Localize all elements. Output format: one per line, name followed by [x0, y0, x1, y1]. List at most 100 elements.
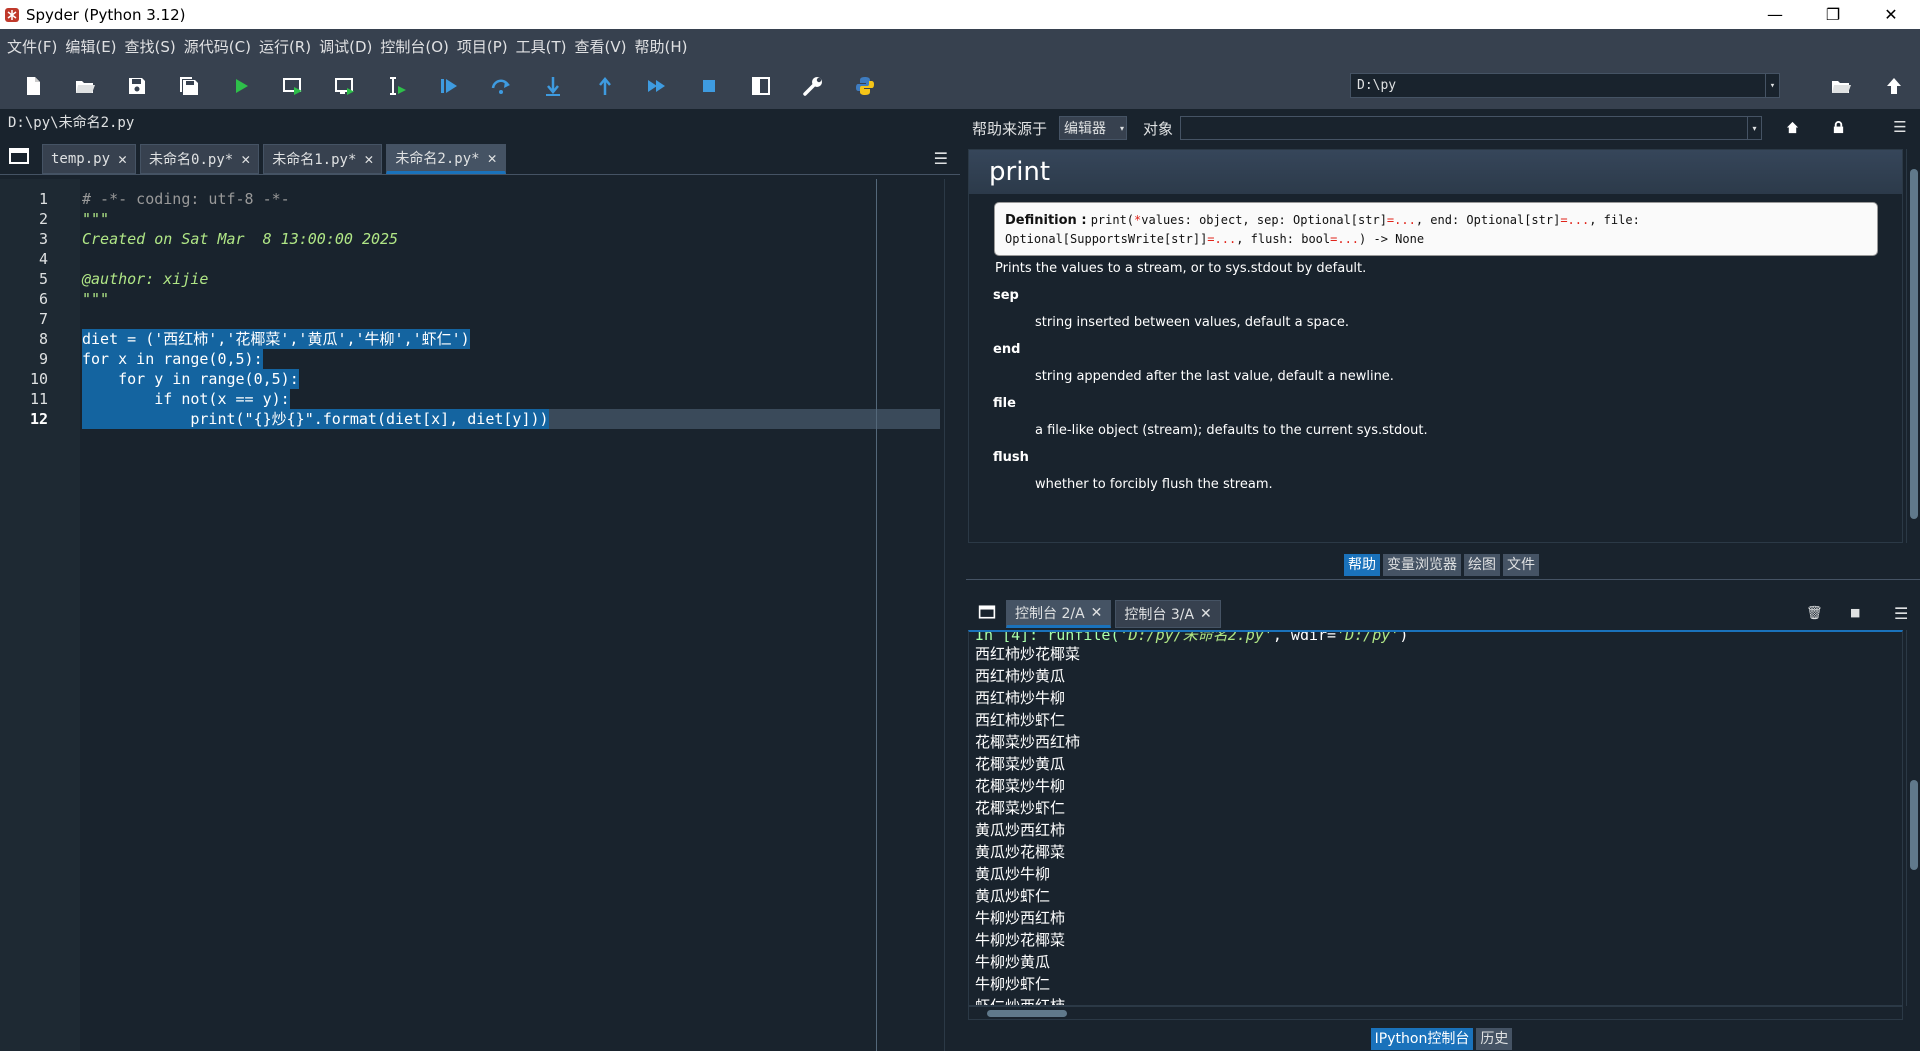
new-file-button[interactable] — [14, 67, 52, 105]
console-tab-bar: 控制台 2/A ✕ 控制台 3/A ✕ 🗑 ■ ☰ — [966, 598, 1920, 628]
console-output-line: 黄瓜炒牛柳 — [975, 865, 1051, 883]
scrollbar-thumb[interactable] — [987, 1010, 1067, 1017]
menu-help[interactable]: 帮助(H) — [630, 36, 691, 57]
close-icon[interactable]: ✕ — [118, 150, 127, 168]
code-editor[interactable]: 1 2 3 4 5 6 7 8 9 10 11 12 # -*- coding:… — [0, 179, 960, 1051]
run-cell-advance-button[interactable] — [326, 67, 364, 105]
browse-tabs-icon[interactable] — [978, 604, 996, 620]
console-output-line: 牛柳炒黄瓜 — [975, 953, 1051, 971]
menu-debug[interactable]: 调试(D) — [315, 36, 376, 57]
preferences-button[interactable] — [794, 67, 832, 105]
debug-file-button[interactable] — [430, 67, 468, 105]
tab-temp-py[interactable]: temp.py ✕ — [42, 144, 137, 174]
step-over-button[interactable] — [482, 67, 520, 105]
menu-edit[interactable]: 编辑(E) — [61, 36, 120, 57]
close-icon[interactable]: ✕ — [1200, 606, 1212, 622]
step-into-button[interactable] — [534, 67, 572, 105]
help-lock-button[interactable] — [1828, 117, 1848, 137]
tab-help[interactable]: 帮助 — [1344, 554, 1380, 576]
tab-label: 未命名1.py* — [272, 152, 357, 168]
menu-run[interactable]: 运行(R) — [255, 36, 315, 57]
stop-debug-button[interactable] — [690, 67, 728, 105]
tab-label: 控制台 3/A — [1124, 607, 1195, 623]
help-home-button[interactable] — [1782, 117, 1802, 137]
tab-variable-explorer[interactable]: 变量浏览器 — [1383, 554, 1461, 576]
tab-files[interactable]: 文件 — [1503, 554, 1539, 576]
step-return-button[interactable] — [586, 67, 624, 105]
tab-console-3a[interactable]: 控制台 3/A ✕ — [1115, 600, 1221, 628]
wrench-icon — [803, 77, 822, 96]
editor-pane: D:\py\未命名2.py temp.py ✕ 未命名0.py* ✕ 未命名1.py… — [0, 109, 960, 1051]
scrollbar-thumb[interactable] — [1910, 169, 1918, 519]
help-source-combo[interactable]: 编辑器 ▾ — [1059, 116, 1128, 140]
console-bottom-tabs: IPython控制台 历史 — [966, 1028, 1920, 1050]
help-options-button[interactable]: ☰ — [1890, 117, 1910, 137]
tab-history[interactable]: 历史 — [1476, 1028, 1513, 1050]
chevron-down-icon: ▾ — [1120, 123, 1125, 133]
chevron-down-icon[interactable]: ▾ — [1765, 74, 1779, 97]
save-all-button[interactable] — [170, 67, 208, 105]
tab-untitled0[interactable]: 未命名0.py* ✕ — [140, 144, 260, 174]
menu-consoles[interactable]: 控制台(O) — [376, 36, 453, 57]
console-output-line: 花椰菜炒牛柳 — [975, 777, 1066, 795]
code-line-selected: diet = ('西红柿','花椰菜','黄瓜','牛柳','虾仁') — [82, 329, 470, 349]
run-selection-button[interactable] — [378, 67, 416, 105]
menu-view[interactable]: 查看(V) — [571, 36, 631, 57]
horizontal-splitter[interactable] — [966, 579, 1920, 588]
tab-plots[interactable]: 绘图 — [1464, 554, 1500, 576]
code-area[interactable]: # -*- coding: utf-8 -*- """ Created on S… — [82, 179, 940, 1051]
save-button[interactable] — [118, 67, 156, 105]
menu-source[interactable]: 源代码(C) — [180, 36, 255, 57]
spyder-app-icon — [5, 7, 19, 22]
editor-vertical-scrollbar[interactable] — [944, 179, 958, 1051]
code-line-selected: print("{}炒{}".format(diet[x], diet[y])) — [82, 409, 549, 429]
close-icon[interactable]: ✕ — [488, 149, 497, 167]
tab-untitled1[interactable]: 未命名1.py* ✕ — [263, 144, 383, 174]
maximize-pane-button[interactable] — [742, 67, 780, 105]
tab-ipython-console[interactable]: IPython控制台 — [1370, 1028, 1474, 1050]
parent-directory-button[interactable] — [1875, 67, 1913, 105]
play-icon — [236, 79, 248, 93]
close-window-button[interactable]: ✕ — [1862, 0, 1920, 29]
code-line: Created on Sat Mar 8 13:00:00 2025 — [82, 230, 399, 248]
line-number: 9 — [38, 350, 48, 368]
continue-button[interactable] — [638, 67, 676, 105]
tab-untitled2[interactable]: 未命名2.py* ✕ — [386, 144, 506, 174]
chevron-down-icon[interactable]: ▾ — [1747, 117, 1761, 139]
minimize-button[interactable]: — — [1746, 0, 1804, 29]
working-directory-combo[interactable]: D:\py ▾ — [1350, 73, 1780, 98]
console-horizontal-scrollbar[interactable] — [968, 1006, 1903, 1020]
help-vertical-scrollbar[interactable] — [1906, 149, 1920, 543]
stop-icon[interactable]: ■ — [1850, 606, 1860, 619]
browse-directory-button[interactable] — [1822, 67, 1860, 105]
save-icon — [129, 78, 145, 94]
param-desc: string appended after the last value, de… — [1035, 369, 1394, 384]
restore-button[interactable]: ❐ — [1804, 0, 1862, 29]
browse-tabs-icon[interactable] — [8, 147, 30, 165]
line-number-gutter: 1 2 3 4 5 6 7 8 9 10 11 12 — [0, 179, 80, 1051]
open-file-button[interactable] — [66, 67, 104, 105]
close-icon[interactable]: ✕ — [1091, 605, 1103, 621]
scrollbar-thumb[interactable] — [1910, 780, 1918, 870]
help-object-combo[interactable]: ▾ — [1180, 116, 1762, 140]
menu-projects[interactable]: 项目(P) — [453, 36, 512, 57]
tab-console-2a[interactable]: 控制台 2/A ✕ — [1006, 600, 1112, 628]
clear-console-icon[interactable]: 🗑 — [1806, 606, 1823, 621]
run-file-button[interactable] — [222, 67, 260, 105]
param-desc: a file-like object (stream); defaults to… — [1035, 423, 1428, 438]
menu-search[interactable]: 查找(S) — [121, 36, 180, 57]
code-line: """ — [82, 210, 110, 228]
console-output-line: 虾仁炒西红柿 — [975, 997, 1066, 1006]
console-vertical-scrollbar[interactable] — [1906, 630, 1920, 1006]
pythonpath-manager-button[interactable] — [846, 67, 884, 105]
hamburger-menu-icon[interactable]: ☰ — [1894, 604, 1908, 623]
menu-file[interactable]: 文件(F) — [3, 36, 61, 57]
menu-tools[interactable]: 工具(T) — [512, 36, 571, 57]
run-cell-button[interactable] — [274, 67, 312, 105]
console-output[interactable]: In [4]: runfile('D:/py/未命名2.py', wdir='D… — [968, 630, 1903, 1006]
close-icon[interactable]: ✕ — [241, 150, 250, 168]
code-line-selected: for y in range(0,5): — [82, 369, 299, 389]
close-icon[interactable]: ✕ — [364, 150, 373, 168]
hamburger-menu-icon[interactable]: ☰ — [934, 149, 948, 168]
editor-file-path: D:\py\未命名2.py — [8, 115, 135, 131]
